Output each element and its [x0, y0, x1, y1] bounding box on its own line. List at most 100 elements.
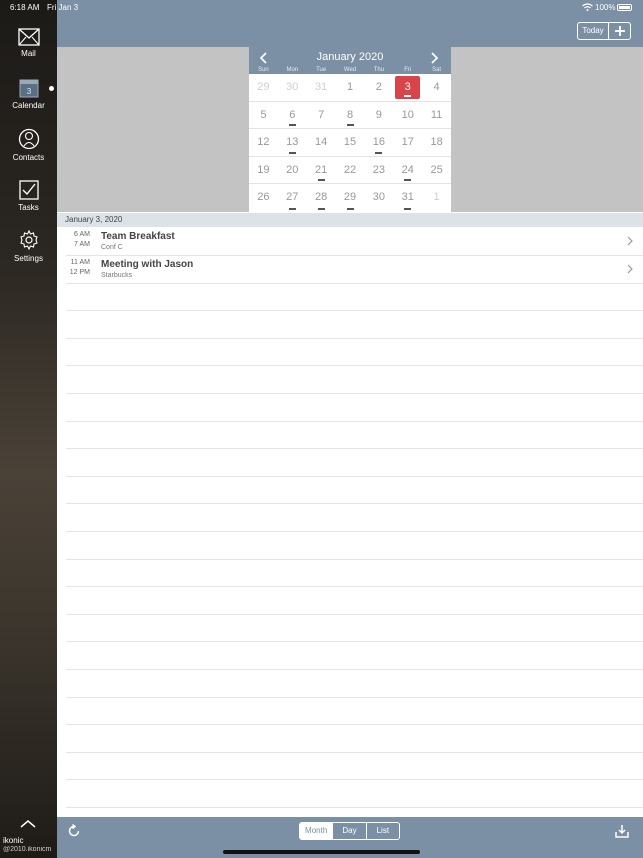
calendar-day[interactable]: 24	[393, 157, 422, 184]
mail-icon	[17, 28, 40, 46]
event-row[interactable]: 6 AM 7 AM Team Breakfast Conf C	[57, 228, 643, 255]
calendar-day[interactable]: 10	[393, 102, 422, 129]
weekday-label: Mon	[286, 67, 299, 73]
event-indicator	[317, 207, 325, 210]
copyright-label: @2010.ikonicm	[3, 846, 52, 853]
calendar-day[interactable]: 30	[364, 184, 393, 212]
day-number: 19	[257, 163, 270, 176]
day-number: 3	[404, 81, 411, 93]
today-button[interactable]: Today	[578, 23, 609, 39]
calendar-day[interactable]: 15	[336, 129, 365, 156]
calendar-day[interactable]: 18	[422, 129, 451, 156]
calendar-day[interactable]: 9	[364, 102, 393, 129]
calendar-day[interactable]: 27	[278, 184, 307, 212]
calendar-day[interactable]: 14	[307, 129, 336, 156]
calendar-day-selected[interactable]: 3	[393, 74, 422, 101]
calendar-grid: 29 30 31 1 2 3 4 5 6 7 8 9 10 11 12 13 14 15 16 17 18 19 20 21 2…	[249, 74, 451, 212]
calendar-day[interactable]: 1	[336, 74, 365, 101]
event-indicator	[288, 151, 296, 154]
sidebar-item-calendar[interactable]: 3 Calendar	[0, 79, 57, 110]
calendar-week-row: 5 6 7 8 9 10 11	[249, 102, 451, 130]
day-number: 7	[318, 108, 325, 121]
weekday-label: Thu	[373, 67, 385, 73]
sidebar-item-tasks[interactable]: Tasks	[0, 180, 57, 212]
list-row-separator	[66, 697, 643, 698]
view-month-button[interactable]: Month	[300, 823, 334, 839]
calendar-day[interactable]: 26	[249, 184, 278, 212]
event-indicator	[346, 207, 354, 210]
calendar-day[interactable]: 11	[422, 102, 451, 129]
calendar-day[interactable]: 31	[307, 74, 336, 101]
sidebar-item-settings[interactable]: Settings	[0, 229, 57, 263]
weekday-label: Sat	[432, 67, 442, 73]
view-day-button[interactable]: Day	[333, 823, 367, 839]
calendar-day[interactable]: 29	[336, 184, 365, 212]
sidebar-item-label: Mail	[21, 49, 36, 58]
day-number: 21	[315, 163, 328, 176]
calendar-day[interactable]: 21	[307, 157, 336, 184]
status-time: 6:18 AM	[10, 3, 40, 12]
event-indicator	[404, 207, 412, 210]
day-number: 31	[401, 191, 414, 204]
calendar-day[interactable]: 28	[307, 184, 336, 212]
calendar-day[interactable]: 25	[422, 157, 451, 184]
calendar-day[interactable]: 13	[278, 129, 307, 156]
day-number: 28	[315, 191, 328, 204]
chevron-right-icon	[627, 264, 633, 274]
event-title: Meeting with Jason	[101, 259, 194, 270]
event-indicator	[375, 151, 383, 154]
day-number: 29	[257, 81, 270, 93]
day-number: 14	[315, 136, 328, 149]
list-row-separator	[66, 641, 643, 642]
calendar-day[interactable]: 29	[249, 74, 278, 101]
event-indicator	[288, 124, 296, 127]
view-list-button[interactable]: List	[367, 823, 399, 839]
weekday-row: Sun Mon Tue Wed Thu Fri Sat	[249, 67, 451, 74]
bottom-toolbar: Month Day List	[57, 817, 643, 858]
calendar-day[interactable]: 12	[249, 129, 278, 156]
calendar-day[interactable]: 20	[278, 157, 307, 184]
list-row-separator	[66, 807, 643, 808]
day-number: 24	[401, 163, 414, 176]
calendar-day[interactable]: 7	[307, 102, 336, 129]
event-indicator	[404, 94, 412, 97]
add-event-button[interactable]	[609, 23, 630, 39]
event-row[interactable]: 11 AM 12 PM Meeting with Jason Starbucks	[57, 256, 643, 283]
settings-icon	[19, 229, 38, 251]
day-number: 1	[346, 81, 354, 93]
calendar-day[interactable]: 4	[422, 74, 451, 101]
refresh-icon[interactable]	[67, 824, 81, 838]
calendar-day[interactable]: 8	[336, 102, 365, 129]
event-indicator	[317, 179, 325, 182]
calendar-day[interactable]: 16	[364, 129, 393, 156]
export-icon[interactable]	[615, 824, 629, 838]
day-number: 30	[286, 81, 299, 93]
calendar-day[interactable]: 31	[393, 184, 422, 212]
calendar-day[interactable]: 30	[278, 74, 307, 101]
chevron-up-icon[interactable]	[20, 820, 36, 828]
calendar-day[interactable]: 6	[278, 102, 307, 129]
view-switcher: Month Day List	[299, 822, 400, 840]
sidebar-item-mail[interactable]: Mail	[0, 28, 57, 58]
calendar-day[interactable]: 5	[249, 102, 278, 129]
sidebar-item-contacts[interactable]: Contacts	[0, 128, 57, 162]
calendar-day[interactable]: 2	[364, 74, 393, 101]
header-button-group: Today	[577, 22, 631, 40]
day-number: 31	[315, 81, 328, 93]
calendar-week-row: 12 13 14 15 16 17 18	[249, 129, 451, 157]
sidebar-item-label: Settings	[14, 254, 43, 263]
calendar-day[interactable]: 19	[249, 157, 278, 184]
chevron-right-icon[interactable]	[431, 52, 439, 64]
list-row-separator	[66, 503, 643, 504]
day-number: 4	[433, 81, 440, 93]
calendar-day[interactable]: 1	[422, 184, 451, 212]
event-end-time: 12 PM	[69, 269, 90, 276]
list-row-separator	[66, 338, 643, 339]
weekday-label: Tue	[316, 67, 327, 73]
list-row-separator	[66, 559, 643, 560]
day-number: 6	[289, 108, 296, 121]
contacts-icon	[18, 128, 39, 150]
calendar-day[interactable]: 23	[364, 157, 393, 184]
calendar-day[interactable]: 17	[393, 129, 422, 156]
calendar-day[interactable]: 22	[336, 157, 365, 184]
